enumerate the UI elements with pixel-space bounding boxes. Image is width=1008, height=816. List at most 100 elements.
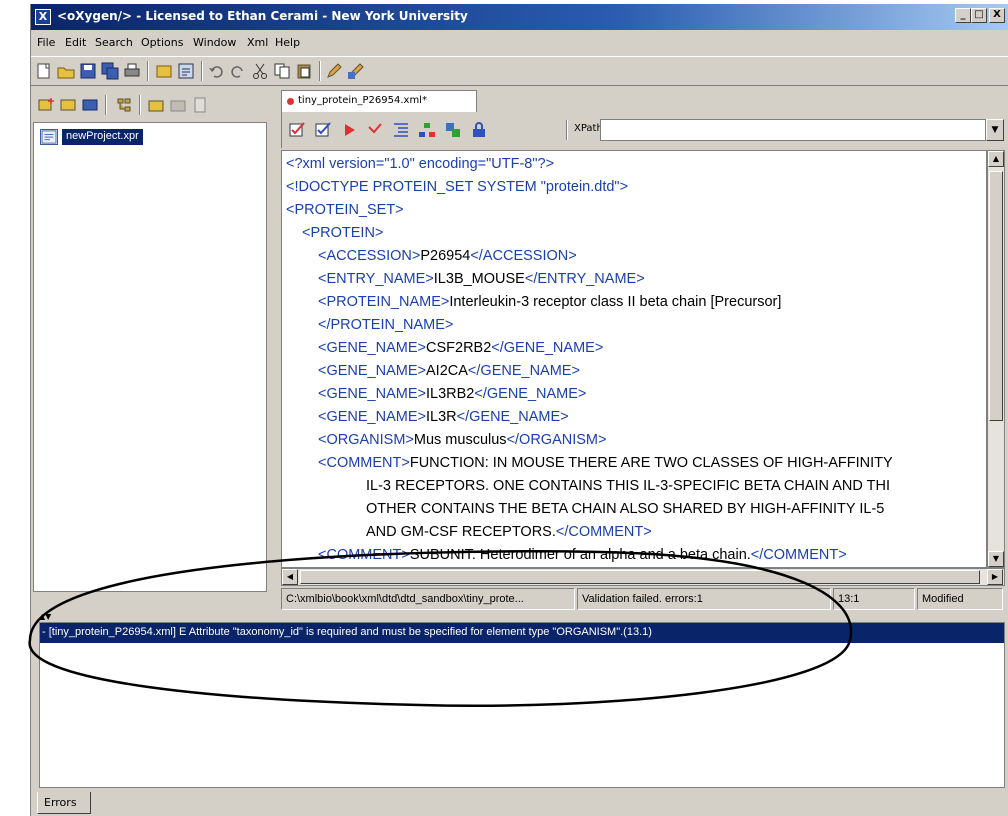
modified-dot-icon [287,98,294,105]
status-modified: Modified [917,588,1003,610]
xml-tag: </PROTEIN_NAME> [318,317,454,333]
tab-errors[interactable]: Errors [37,792,91,814]
toolbar-separator [201,61,203,81]
splitter-arrows-icon[interactable]: ▲▼ [39,612,51,621]
xml-text: IL-3 RECEPTORS. ONE CONTAINS THIS IL-3-S… [366,478,890,494]
check-well-formed-icon[interactable] [314,121,332,139]
code-line[interactable]: <PROTEIN_NAME>Interleukin-3 receptor cla… [318,291,781,313]
xml-tag: <PROTEIN_SET> [286,202,404,218]
close-button[interactable]: X [989,8,1005,23]
xpath-input[interactable] [600,119,986,141]
copy-icon[interactable] [273,62,291,80]
xpath-dropdown-button[interactable]: ▼ [986,119,1004,141]
horizontal-scrollbar[interactable]: ◀ ▶ [281,568,1005,586]
tab-tiny-protein[interactable]: tiny_protein_P26954.xml* [281,90,477,112]
vertical-scroll-thumb[interactable] [989,171,1003,421]
menu-search[interactable]: Search [95,36,133,49]
xml-tag: <COMMENT> [318,455,410,471]
scroll-right-button[interactable]: ▶ [987,569,1003,585]
tree-icon[interactable] [115,96,133,114]
transform-icon[interactable] [366,121,384,139]
xml-text: Interleukin-3 receptor class II beta cha… [449,294,782,310]
horizontal-scroll-thumb[interactable] [300,570,980,584]
xml-text: P26954 [420,248,471,264]
menu-file[interactable]: File [37,36,55,49]
vertical-scrollbar[interactable]: ▲ ▼ [987,150,1005,568]
code-line[interactable]: <!DOCTYPE PROTEIN_SET SYSTEM "protein.dt… [286,176,628,198]
open-file-icon[interactable] [57,62,75,80]
code-line[interactable]: <PROTEIN_SET> [286,199,404,221]
code-line[interactable]: <PROTEIN> [302,222,383,244]
tab-label: tiny_protein_P26954.xml* [298,95,427,106]
code-line[interactable]: <GENE_NAME>IL3RB2</GENE_NAME> [318,383,586,405]
code-line[interactable]: <ENTRY_NAME>IL3B_MOUSE</ENTRY_NAME> [318,268,645,290]
code-line[interactable]: <GENE_NAME>IL3R</GENE_NAME> [318,406,569,428]
print-icon[interactable] [123,62,141,80]
code-line[interactable]: <ORGANISM>Mus musculus</ORGANISM> [318,429,606,451]
xml-tag: </ENTRY_NAME> [524,271,645,287]
code-line[interactable]: AND GM-CSF RECEPTORS.</COMMENT> [366,521,652,543]
redo-icon[interactable] [229,62,247,80]
xml-text: IL3B_MOUSE [433,271,525,287]
open-project-icon[interactable] [59,96,77,114]
code-line[interactable]: IL-3 RECEPTORS. ONE CONTAINS THIS IL-3-S… [366,475,890,497]
error-row[interactable]: - [tiny_protein_P26954.xml] E Attribute … [40,623,1004,643]
xml-tag: <PROTEIN_NAME> [318,294,450,310]
toolbar-separator [147,61,149,81]
properties-icon[interactable] [177,62,195,80]
xml-text: OTHER CONTAINS THE BETA CHAIN ALSO SHARE… [366,501,885,517]
project-item-label[interactable]: newProject.xpr [62,129,143,145]
minimize-button[interactable]: _ [955,8,971,23]
code-line[interactable]: <COMMENT>FUNCTION: IN MOUSE THERE ARE TW… [318,452,893,474]
menu-xml[interactable]: Xml [247,36,268,49]
code-line[interactable]: <GENE_NAME>AI2CA</GENE_NAME> [318,360,580,382]
xml-text: AND GM-CSF RECEPTORS. [366,524,556,540]
code-line[interactable]: <?xml version="1.0" encoding="UTF-8"?> [286,153,554,175]
format-indent-icon[interactable] [392,121,410,139]
cut-icon[interactable] [251,62,269,80]
code-line[interactable]: OTHER CONTAINS THE BETA CHAIN ALSO SHARE… [366,498,884,520]
panel-splitter[interactable]: ▲▼ [31,612,1008,622]
new-project-icon[interactable] [37,96,55,114]
menu-options[interactable]: Options [141,36,183,49]
save-all-icon[interactable] [101,62,119,80]
xml-tag: <GENE_NAME> [318,409,426,425]
menu-edit[interactable]: Edit [65,36,86,49]
toolbar-separator [105,95,107,115]
scroll-up-button[interactable]: ▲ [988,151,1004,167]
open-project-icon[interactable] [155,62,173,80]
paste-icon[interactable] [295,62,313,80]
transform-icon[interactable] [347,62,365,80]
code-line[interactable]: <GENE_NAME>CSF2RB2</GENE_NAME> [318,337,603,359]
xml-code-editor[interactable]: <?xml version="1.0" encoding="UTF-8"?> <!… [281,150,987,568]
xml-text: CSF2RB2 [426,340,492,356]
scroll-down-button[interactable]: ▼ [988,551,1004,567]
add-folder-icon[interactable] [147,96,165,114]
save-icon[interactable] [79,62,97,80]
editor-toolbar: XPath: ▼ [281,112,1005,148]
scroll-left-button[interactable]: ◀ [282,569,298,585]
add-files-icon [170,100,186,112]
title-bar: X <oXygen/> - Licensed to Ethan Cerami -… [31,4,1008,30]
toolbar-separator [319,61,321,81]
xml-tag: <PROTEIN> [302,225,384,241]
run-icon[interactable] [340,121,358,139]
new-file-icon[interactable] [35,62,53,80]
lock-icon[interactable] [470,121,488,139]
maximize-button[interactable]: □ [971,8,987,23]
menu-bar: File Edit Search Options Window Xml Help [31,34,1008,54]
xml-tag: <!DOCTYPE PROTEIN_SET SYSTEM "protein.dt… [286,179,629,195]
menu-window[interactable]: Window [193,36,236,49]
menu-help[interactable]: Help [275,36,300,49]
tree-view-icon[interactable] [418,121,436,139]
code-line[interactable]: </PROTEIN_NAME> [318,314,453,336]
code-line[interactable]: <COMMENT>SUBUNIT: Heterodimer of an alph… [318,544,847,566]
validate-icon[interactable] [288,121,306,139]
xml-text: SUBUNIT: Heterodimer of an alpha and a b… [409,547,751,563]
code-line[interactable]: <ACCESSION>P26954</ACCESSION> [318,245,577,267]
schema-icon[interactable] [444,121,462,139]
pencil-icon[interactable] [325,62,343,80]
undo-icon[interactable] [207,62,225,80]
save-project-icon[interactable] [81,96,99,114]
xml-text: Mus musculus [413,432,507,448]
